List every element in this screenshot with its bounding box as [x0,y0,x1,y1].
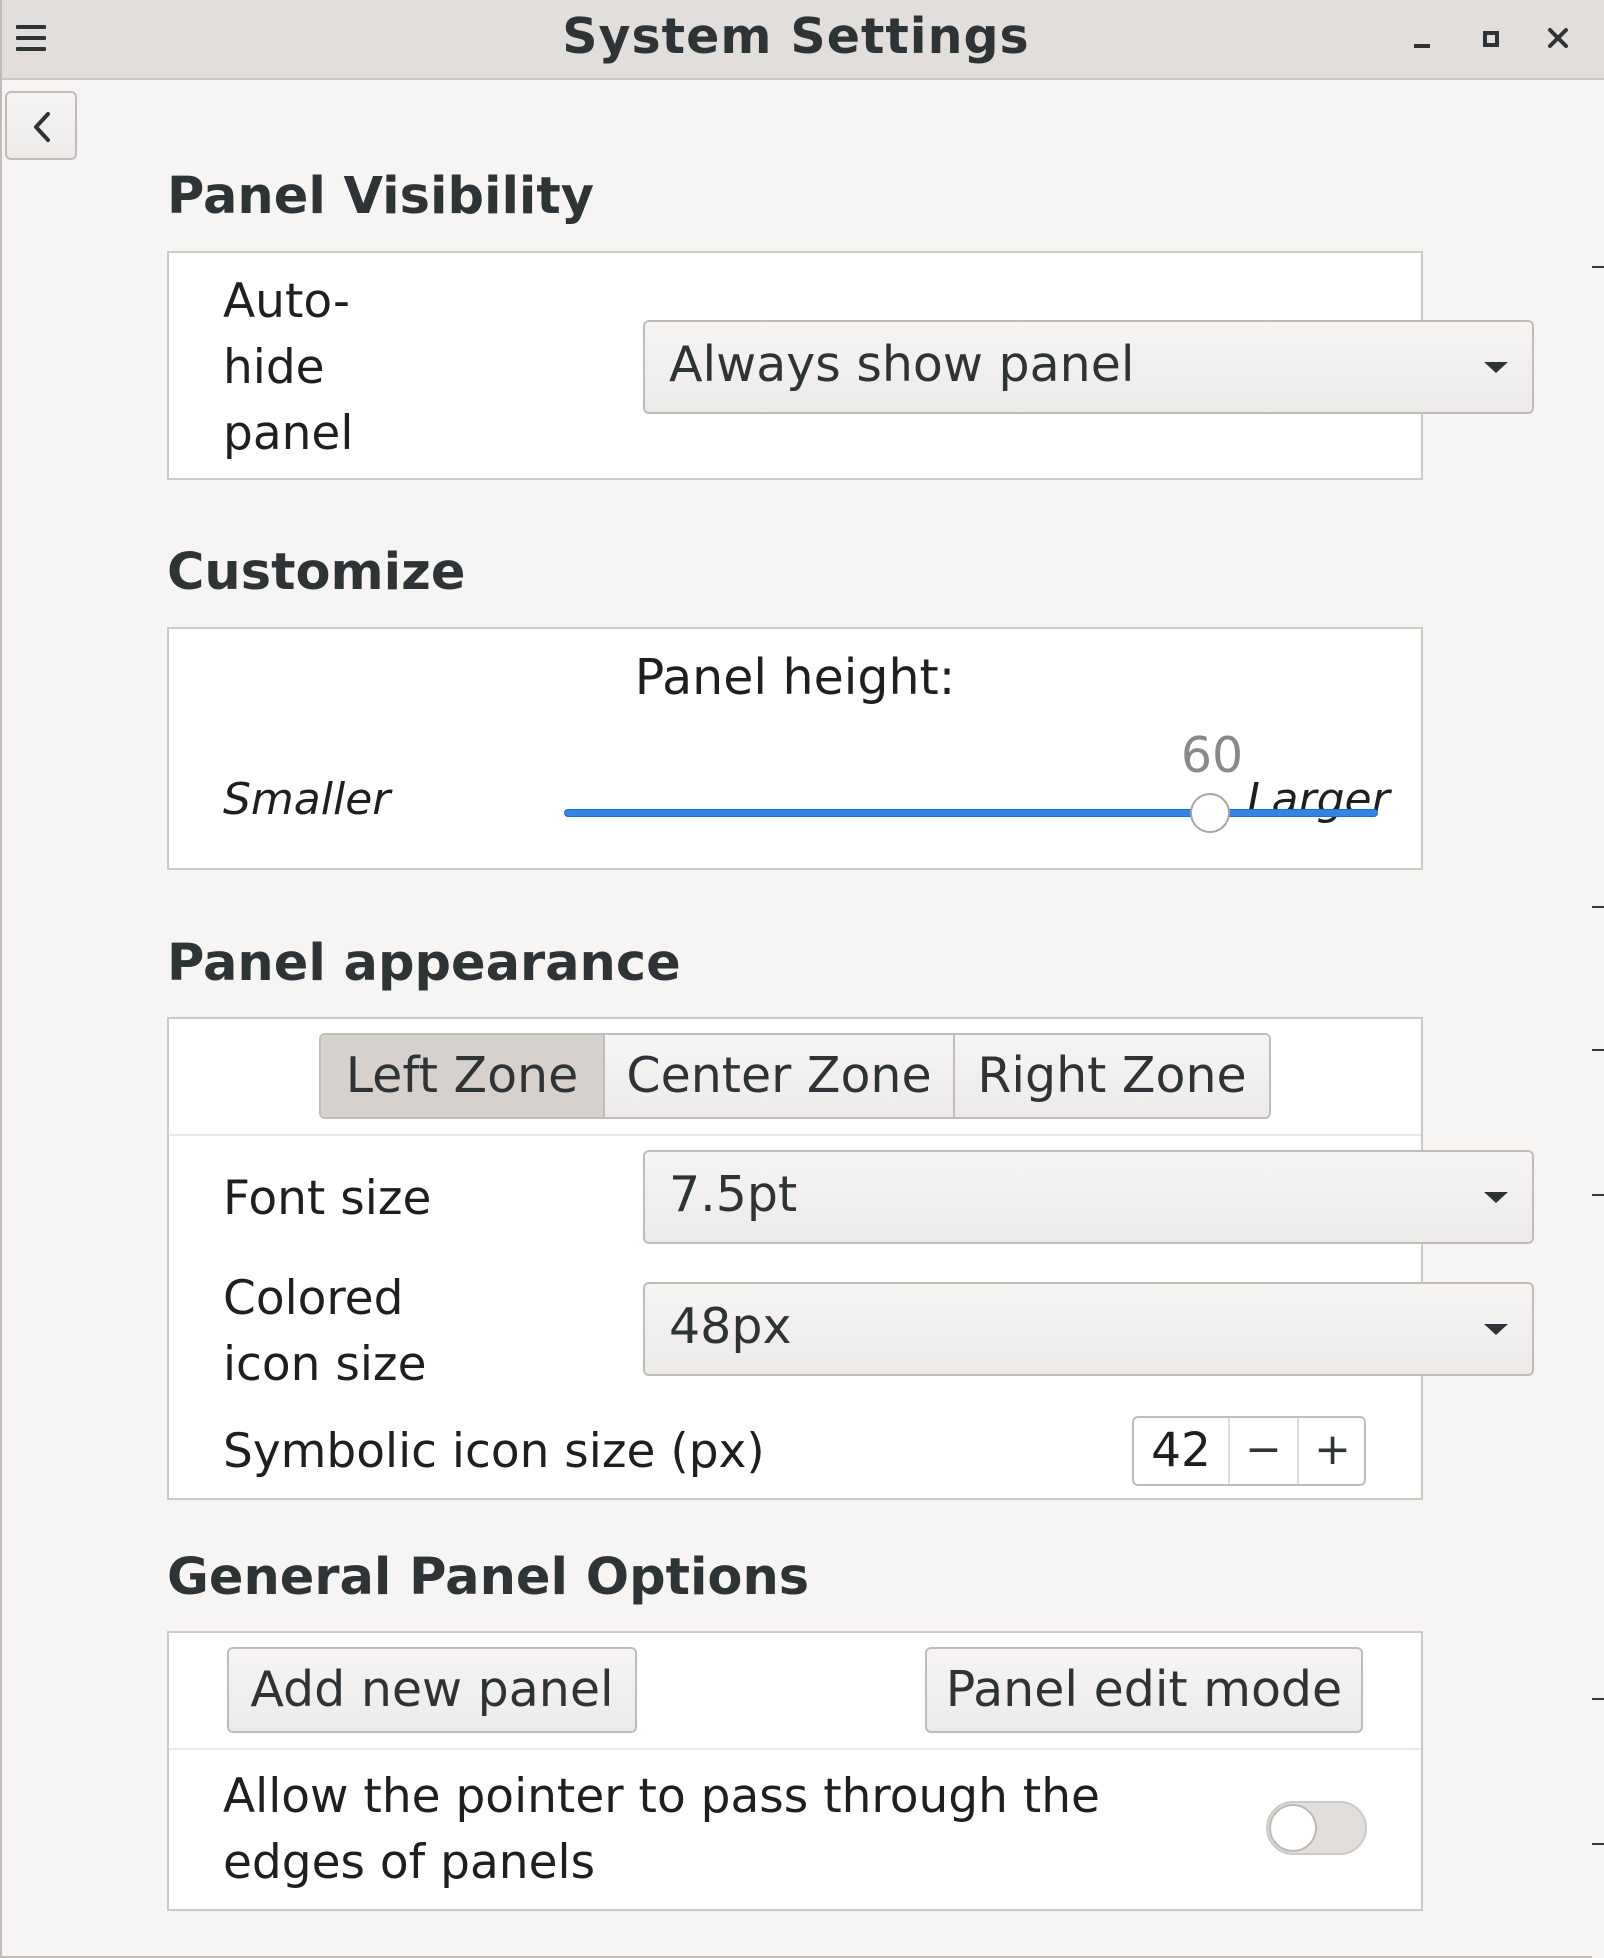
autohide-value: Always show panel [669,336,1135,393]
font-size-dropdown[interactable]: 7.5pt [643,1150,1534,1244]
panel-appearance-frame: Left Zone Center Zone Right Zone Font si… [167,1017,1534,1500]
autohide-label-line3: panel [223,406,354,461]
customize-frame: Panel height: Smaller Larger 60 [167,627,1423,870]
background-window-edge [1592,80,1604,1958]
back-button[interactable] [5,91,77,160]
panel-visibility-frame: Auto- hide panel Always show panel [167,251,1534,480]
toggle-knob [1269,1804,1317,1852]
slider-handle[interactable] [1190,793,1230,833]
add-new-panel-button[interactable]: Add new panel [227,1647,637,1733]
title-bar: System Settings [2,0,1604,80]
increment-button[interactable]: + [1297,1418,1364,1484]
tab-left-zone[interactable]: Left Zone [321,1035,605,1117]
dropdown-arrow-icon [1484,1324,1508,1335]
font-size-label: Font size [223,1171,432,1226]
chevron-left-icon [34,112,50,142]
panel-height-slider[interactable] [565,810,1377,816]
dropdown-arrow-icon [1484,1192,1508,1203]
options-divider [169,1748,1421,1750]
slider-value: 60 [1180,727,1244,784]
tabs-divider [169,1134,1421,1136]
colored-icon-value: 48px [669,1298,792,1355]
settings-window: System Settings Panel Visibility Auto- h… [0,0,1604,1958]
colored-icon-label-line1: Colored [223,1271,404,1326]
font-size-value: 7.5pt [669,1166,798,1223]
autohide-label-line2: hide [223,340,325,395]
pointer-pass-label-line1: Allow the pointer to pass through the [223,1769,1100,1824]
tab-center-zone[interactable]: Center Zone [605,1035,955,1117]
panel-edit-mode-button[interactable]: Panel edit mode [925,1647,1363,1733]
symbolic-icon-spinbutton: 42 − + [1132,1416,1366,1486]
general-options-frame: Add new panel Panel edit mode Allow the … [167,1631,1423,1911]
panel-appearance-heading: Panel appearance [167,934,681,993]
pointer-pass-toggle[interactable] [1266,1801,1367,1855]
customize-heading: Customize [167,543,466,602]
autohide-label-line1: Auto- [223,274,350,329]
minimize-icon[interactable] [1404,20,1440,56]
symbolic-icon-label: Symbolic icon size (px) [223,1424,765,1479]
colored-icon-label-line2: icon size [223,1337,427,1392]
maximize-icon[interactable] [1472,20,1508,56]
slider-smaller-label: Smaller [223,774,391,825]
pointer-pass-label-line2: edges of panels [223,1835,596,1890]
dropdown-arrow-icon [1484,362,1508,373]
panel-height-label: Panel height: [634,649,956,706]
close-icon[interactable] [1540,20,1576,56]
window-title: System Settings [562,8,1030,65]
decrement-button[interactable]: − [1228,1418,1297,1484]
tab-right-zone[interactable]: Right Zone [955,1035,1269,1117]
general-options-heading: General Panel Options [167,1548,810,1607]
zone-tabs: Left Zone Center Zone Right Zone [319,1033,1271,1119]
slider-larger-label: Larger [1247,774,1390,825]
panel-visibility-heading: Panel Visibility [167,167,595,226]
symbolic-icon-value[interactable]: 42 [1134,1418,1228,1484]
autohide-dropdown[interactable]: Always show panel [643,320,1534,414]
colored-icon-dropdown[interactable]: 48px [643,1282,1534,1376]
